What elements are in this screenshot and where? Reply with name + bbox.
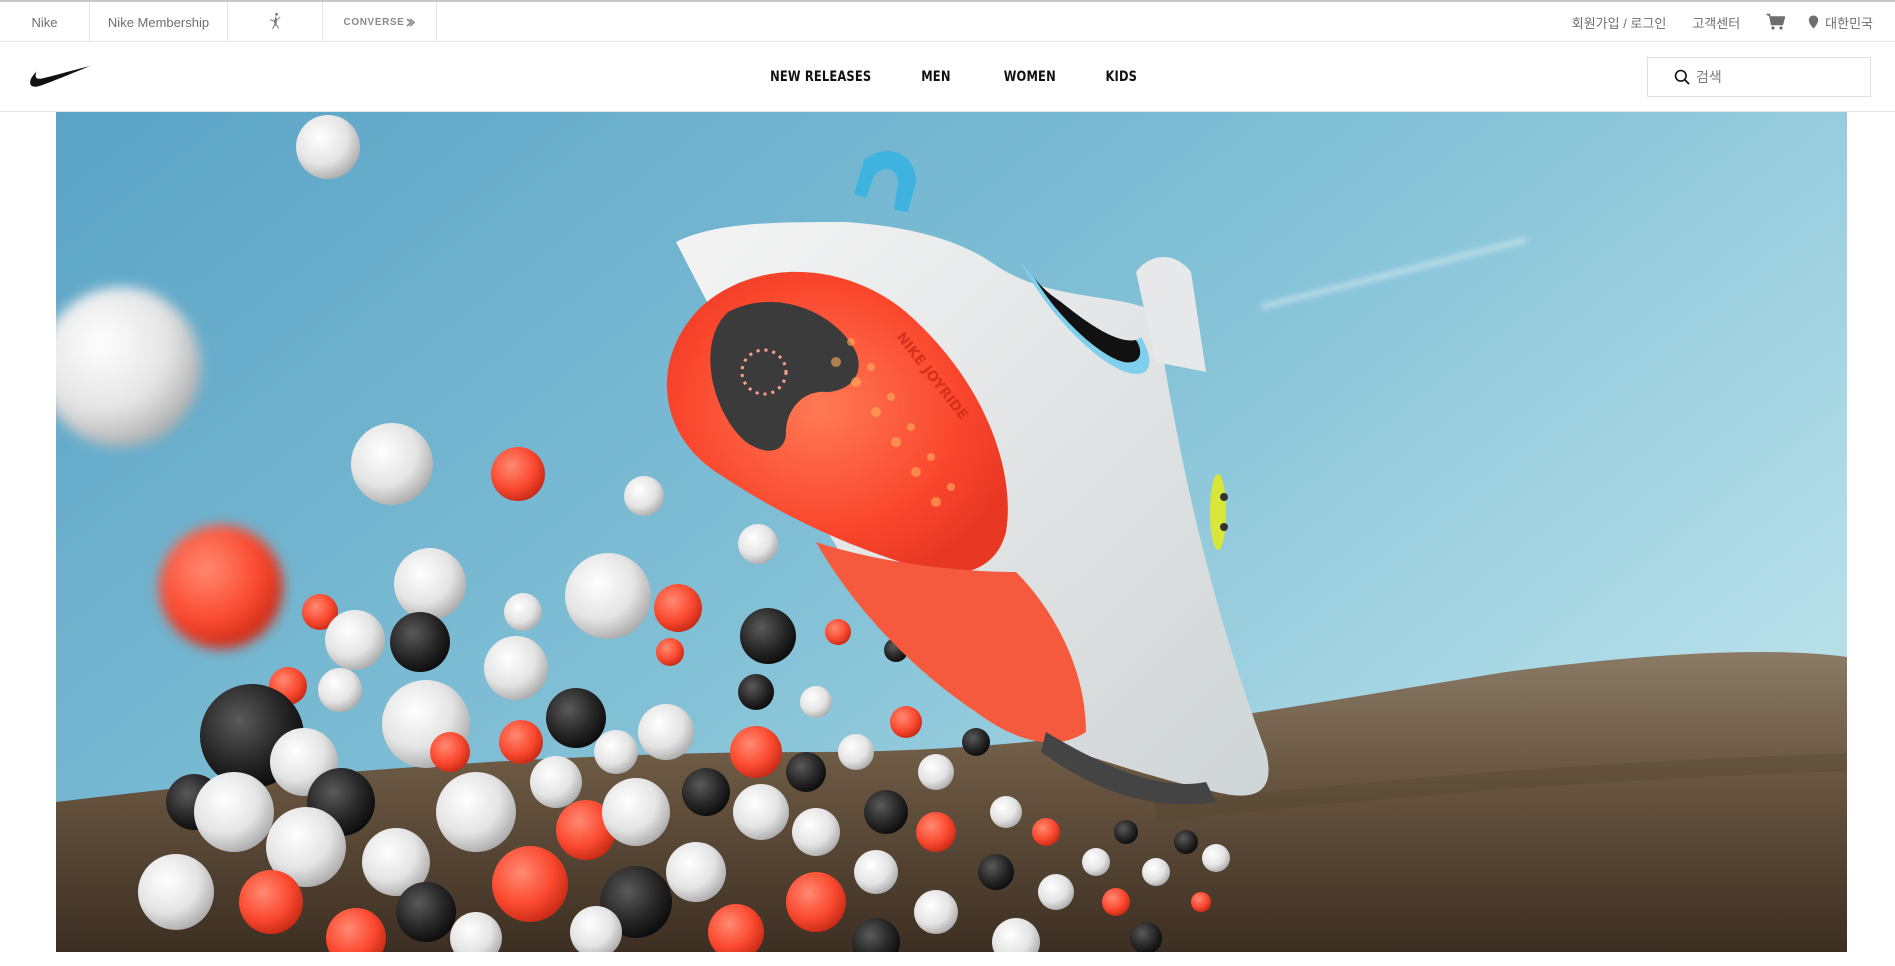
tab-nike-membership[interactable]: Nike Membership xyxy=(90,2,228,42)
hero-banner[interactable]: NIKE JOYRIDE xyxy=(56,112,1847,952)
region-label: 대한민국 xyxy=(1825,15,1873,31)
search-input[interactable] xyxy=(1696,69,1856,85)
region-selector[interactable]: 대한민국 xyxy=(1808,13,1873,32)
menu-kids[interactable]: KIDS xyxy=(1105,69,1137,85)
cart-icon[interactable] xyxy=(1766,13,1786,31)
tab-jordan[interactable] xyxy=(228,2,323,42)
jordan-jumpman-icon xyxy=(266,12,284,33)
search-box[interactable] xyxy=(1647,57,1871,97)
tab-membership-label: Nike Membership xyxy=(107,14,210,30)
brand-tabs: Nike Nike Membership CONVERSE xyxy=(0,2,437,42)
search-icon[interactable] xyxy=(1674,69,1690,85)
converse-label: CONVERSE xyxy=(343,16,405,28)
menu-new-releases[interactable]: NEW RELEASES xyxy=(770,69,871,85)
main-nav: NEW RELEASES MEN WOMEN KIDS xyxy=(0,42,1895,112)
menu-men[interactable]: MEN xyxy=(921,69,950,85)
join-login-link[interactable]: 회원가입 / 로그인 xyxy=(1572,13,1667,32)
converse-logo-icon xyxy=(406,17,416,27)
menu-women[interactable]: WOMEN xyxy=(1004,69,1056,85)
tab-converse[interactable]: CONVERSE xyxy=(323,2,437,42)
customer-center-link[interactable]: 고객센터 xyxy=(1692,13,1740,32)
account-links: 회원가입 / 로그인 고객센터 대한민국 xyxy=(1572,2,1873,42)
location-pin-icon xyxy=(1808,15,1819,29)
tab-nike[interactable]: Nike xyxy=(0,2,90,42)
primary-menu: NEW RELEASES MEN WOMEN KIDS xyxy=(0,42,1895,112)
utility-bar: Nike Nike Membership CONVERSE 회원가입 / 로그인… xyxy=(0,0,1895,42)
hero-image: NIKE JOYRIDE xyxy=(56,112,1847,952)
tab-nike-label: Nike xyxy=(31,14,58,30)
